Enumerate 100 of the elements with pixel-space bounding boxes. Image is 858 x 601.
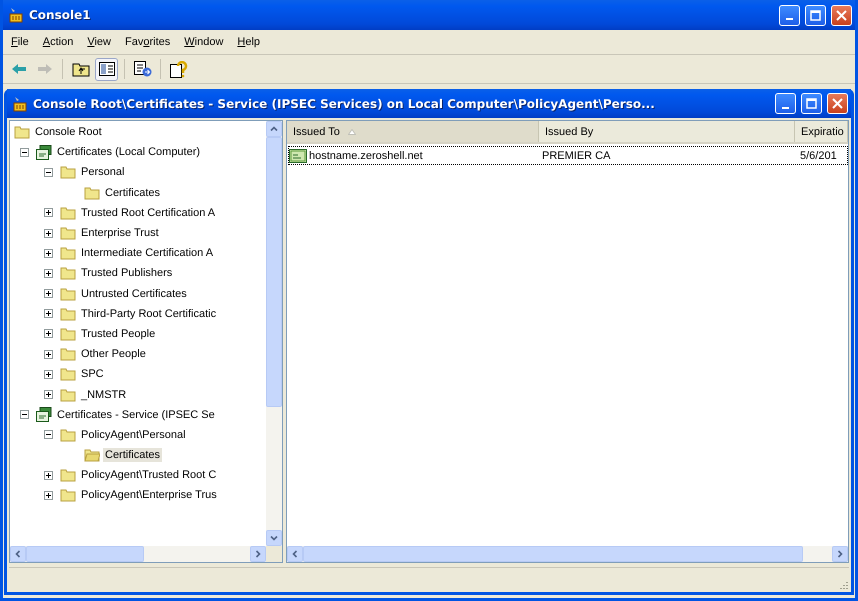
tree-item[interactable]: Other People [10, 344, 266, 364]
child-window-title: Console Root\Certificates - Service (IPSEC Services) on Local Computer\PolicyAgent\Perso... [33, 96, 656, 110]
console-app-icon [12, 96, 28, 112]
scrollbar-thumb[interactable] [266, 137, 282, 407]
plus-icon [45, 472, 52, 479]
chevron-right-icon [836, 550, 844, 558]
expand-button[interactable] [44, 208, 53, 218]
list-cell-text: 5/6/201 [799, 150, 838, 162]
expand-button[interactable] [44, 309, 53, 318]
expand-button[interactable] [44, 470, 53, 480]
tree-item[interactable]: Certificates (Local Computer) [10, 142, 266, 162]
folder-icon [60, 286, 76, 301]
resize-grip-icon [837, 580, 849, 592]
maximize-button[interactable] [805, 4, 826, 26]
scroll-up-button[interactable] [266, 121, 282, 137]
scrollbar-thumb[interactable] [26, 546, 144, 562]
expand-button[interactable] [44, 329, 53, 338]
folder-icon [60, 226, 76, 240]
menu-item[interactable]: Help [231, 34, 266, 50]
list-row[interactable]: hostname.zeroshell.net PREMIER CA 5/6/201 [288, 146, 848, 165]
scroll-down-button[interactable] [266, 530, 282, 546]
tree-pane-icon [98, 62, 114, 76]
window-title: Console1 [29, 8, 92, 22]
scrollbar-corner [266, 546, 282, 562]
tree-item[interactable]: Trusted Root Certification A [10, 202, 266, 223]
expand-button[interactable] [44, 370, 53, 379]
scroll-right-button[interactable] [250, 546, 266, 562]
minimize-button[interactable] [775, 93, 796, 114]
tree-item[interactable]: Certificates [10, 445, 266, 466]
expand-button[interactable] [44, 289, 53, 298]
folder-icon [60, 266, 76, 280]
folder-icon [60, 468, 76, 482]
expand-button[interactable] [44, 350, 53, 359]
folder-icon [60, 306, 76, 321]
menu-item[interactable]: File [5, 34, 35, 50]
folder-icon [60, 428, 76, 442]
close-button[interactable] [831, 4, 852, 26]
column-header[interactable]: Issued To [287, 121, 539, 142]
tree-item[interactable]: SPC [10, 364, 266, 384]
chevron-right-icon [254, 550, 262, 558]
tree-item[interactable]: PolicyAgent\Enterprise Trus [10, 485, 266, 506]
plus-icon [45, 209, 52, 216]
expand-button[interactable] [44, 268, 53, 278]
menu-item[interactable]: Window [178, 34, 230, 50]
plus-icon [45, 310, 52, 318]
close-icon [836, 10, 847, 20]
collapse-button[interactable] [20, 410, 29, 420]
expand-button[interactable] [44, 228, 53, 238]
tree-item[interactable]: Personal [10, 162, 266, 183]
menu-item[interactable]: Action [36, 34, 80, 50]
folder-icon [60, 347, 76, 362]
collapse-button[interactable] [44, 430, 53, 440]
expand-button[interactable] [44, 390, 53, 400]
tree-item[interactable]: Console Root [10, 122, 266, 142]
scroll-left-button[interactable] [287, 546, 303, 562]
tree-item[interactable]: Certificates [10, 182, 266, 203]
expand-button[interactable] [44, 490, 53, 500]
minimize-icon [786, 18, 793, 20]
folder-icon [84, 186, 100, 200]
close-button[interactable] [827, 93, 848, 114]
folder-icon [60, 367, 76, 382]
horizontal-scrollbar[interactable] [10, 546, 282, 562]
certificate-store-icon [36, 407, 52, 422]
collapse-button[interactable] [44, 168, 53, 177]
menu-item[interactable]: View [81, 34, 117, 50]
maximize-button[interactable] [801, 93, 822, 114]
plus-icon [45, 290, 52, 298]
menu-item[interactable]: Favorites [119, 34, 176, 50]
tree-item[interactable]: _NMSTR [10, 384, 266, 405]
plus-icon [45, 370, 52, 378]
scroll-right-button[interactable] [832, 546, 848, 562]
folder-icon [60, 388, 76, 402]
list-cell: hostname.zeroshell.net [309, 150, 423, 162]
collapse-button[interactable] [20, 148, 29, 157]
tree-item[interactable]: Trusted Publishers [10, 263, 266, 284]
tree-item[interactable]: Intermediate Certification A [10, 243, 266, 264]
expand-button[interactable] [44, 248, 53, 258]
tree-item[interactable]: Untrusted Certificates [10, 284, 266, 304]
tree-toolbar-button[interactable] [95, 58, 118, 80]
tree-item[interactable]: Enterprise Trust [10, 222, 266, 244]
maximize-icon [806, 98, 817, 109]
sort-ascending-icon [348, 128, 356, 134]
open-folder-icon [84, 448, 100, 462]
console-app-icon [8, 7, 24, 23]
close-icon [832, 98, 843, 109]
tree-item[interactable]: Third-Party Root Certificatic [10, 304, 266, 324]
chevron-down-icon [270, 534, 278, 542]
plus-icon [45, 250, 52, 257]
folder-icon [60, 326, 76, 341]
tree-item[interactable]: PolicyAgent\Personal [10, 424, 266, 445]
tree-item[interactable]: Trusted People [10, 324, 266, 344]
scroll-left-button[interactable] [10, 546, 26, 562]
minimize-button[interactable] [779, 4, 800, 26]
up-folder-icon [72, 61, 90, 77]
tree-item[interactable]: Certificates - Service (IPSEC Se [10, 404, 266, 425]
plus-icon [45, 230, 52, 237]
plus-icon [45, 330, 52, 338]
vertical-scrollbar[interactable] [266, 121, 282, 546]
tree-item[interactable]: PolicyAgent\Trusted Root C [10, 465, 266, 486]
plus-icon [45, 350, 52, 358]
